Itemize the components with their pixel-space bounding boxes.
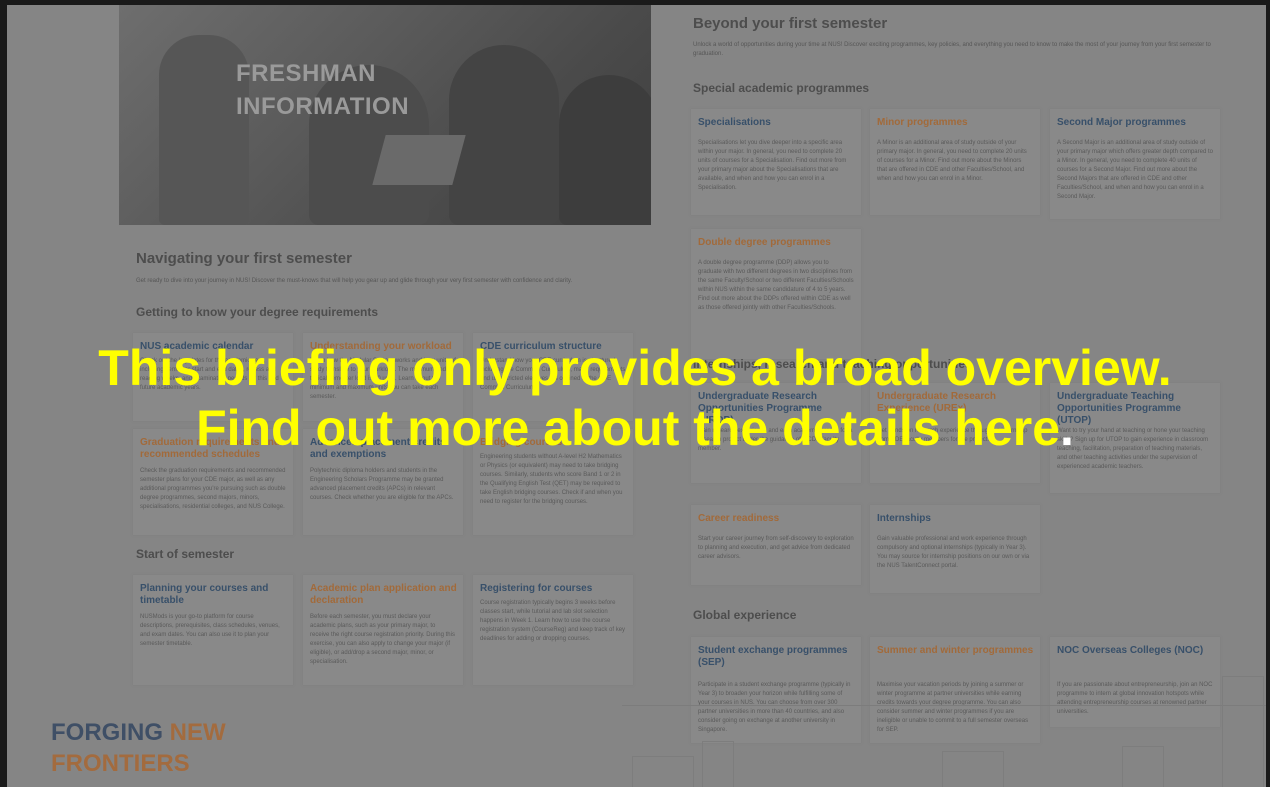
card-second-major-programmes[interactable]: Second Major programmes A Second Major i… bbox=[1050, 109, 1220, 219]
card-registering-courses[interactable]: Registering for courses Course registrat… bbox=[473, 575, 633, 685]
section-intro: Get ready to dive into your journey in N… bbox=[136, 278, 573, 284]
subheading-start-of-semester: Start of semester bbox=[136, 547, 235, 561]
brand-word: FRONTIERS bbox=[51, 750, 190, 777]
skyline-illustration bbox=[622, 676, 1266, 787]
subheading-special-academic: Special academic programmes bbox=[693, 81, 870, 95]
section-intro: Unlock a world of opportunities during y… bbox=[693, 42, 1211, 57]
card-academic-plan-application[interactable]: Academic plan application and declaratio… bbox=[303, 575, 463, 685]
hero-banner-image: FRESHMAN INFORMATION bbox=[119, 5, 651, 225]
card-minor-programmes[interactable]: Minor programmes A Minor is an additiona… bbox=[870, 109, 1040, 215]
overlay-line: This briefing only provides a broad over… bbox=[98, 340, 1172, 396]
student-figure bbox=[559, 75, 651, 225]
hero-title: FRESHMAN INFORMATION bbox=[236, 57, 409, 123]
card-body: Before each semester, you must declare y… bbox=[310, 614, 455, 665]
subheading-degree-requirements: Getting to know your degree requirements bbox=[136, 305, 379, 319]
card-title: Registering for courses bbox=[480, 583, 593, 594]
card-career-readiness[interactable]: Career readiness Start your career journ… bbox=[691, 505, 861, 585]
subheading-global-experience: Global experience bbox=[693, 608, 797, 622]
brand-wordmark: FORGING NEW FRONTIERS bbox=[51, 717, 226, 779]
card-internships[interactable]: Internships Gain valuable professional a… bbox=[870, 505, 1040, 593]
overlay-line-link[interactable]: Find out more about the details here. bbox=[0, 398, 1270, 458]
card-body: Specialisations let you dive deeper into… bbox=[698, 140, 847, 191]
overlay-period: . bbox=[1060, 400, 1074, 456]
card-body: A double degree programme (DDP) allows y… bbox=[698, 260, 854, 311]
card-title: Academic plan application and declaratio… bbox=[310, 583, 457, 606]
laptop-graphic bbox=[372, 135, 466, 185]
card-title: Second Major programmes bbox=[1057, 117, 1186, 128]
brand-word: NEW bbox=[169, 719, 226, 746]
card-body: A Second Major is an additional area of … bbox=[1057, 140, 1213, 200]
card-body: Polytechnic diploma holders and students… bbox=[310, 468, 454, 501]
card-planning-courses[interactable]: Planning your courses and timetable NUSM… bbox=[133, 575, 293, 685]
card-title: Student exchange programmes (SEP) bbox=[698, 645, 848, 668]
hero-title-line: FRESHMAN bbox=[236, 60, 376, 87]
card-title: Double degree programmes bbox=[698, 237, 831, 248]
overlay-message: This briefing only provides a broad over… bbox=[0, 338, 1270, 458]
card-title: Minor programmes bbox=[877, 117, 968, 128]
brand-word: FORGING bbox=[51, 719, 163, 746]
card-title: Planning your courses and timetable bbox=[140, 583, 269, 606]
card-body: NUSMods is your go-to platform for cours… bbox=[140, 614, 280, 647]
card-body: Check the graduation requirements and re… bbox=[140, 468, 286, 510]
card-title: Internships bbox=[877, 513, 931, 524]
hero-title-line: INFORMATION bbox=[236, 93, 410, 120]
card-body: Start your career journey from self-disc… bbox=[698, 536, 854, 560]
card-specialisations[interactable]: Specialisations Specialisations let you … bbox=[691, 109, 861, 215]
section-heading-beyond-first-semester: Beyond your first semester bbox=[693, 15, 888, 32]
card-title: Career readiness bbox=[698, 513, 780, 524]
card-body: Engineering students without A-level H2 … bbox=[480, 454, 623, 505]
card-body: Course registration typically begins 3 w… bbox=[480, 600, 626, 642]
card-title: NOC Overseas Colleges (NOC) bbox=[1057, 645, 1204, 656]
section-heading-first-semester: Navigating your first semester bbox=[136, 250, 352, 267]
overlay-link-text[interactable]: Find out more about the details here bbox=[196, 400, 1060, 456]
card-title: Specialisations bbox=[698, 117, 771, 128]
card-body: Gain valuable professional and work expe… bbox=[877, 536, 1030, 569]
card-body: A Minor is an additional area of study o… bbox=[877, 140, 1027, 182]
card-title: Summer and winter programmes bbox=[877, 645, 1034, 656]
